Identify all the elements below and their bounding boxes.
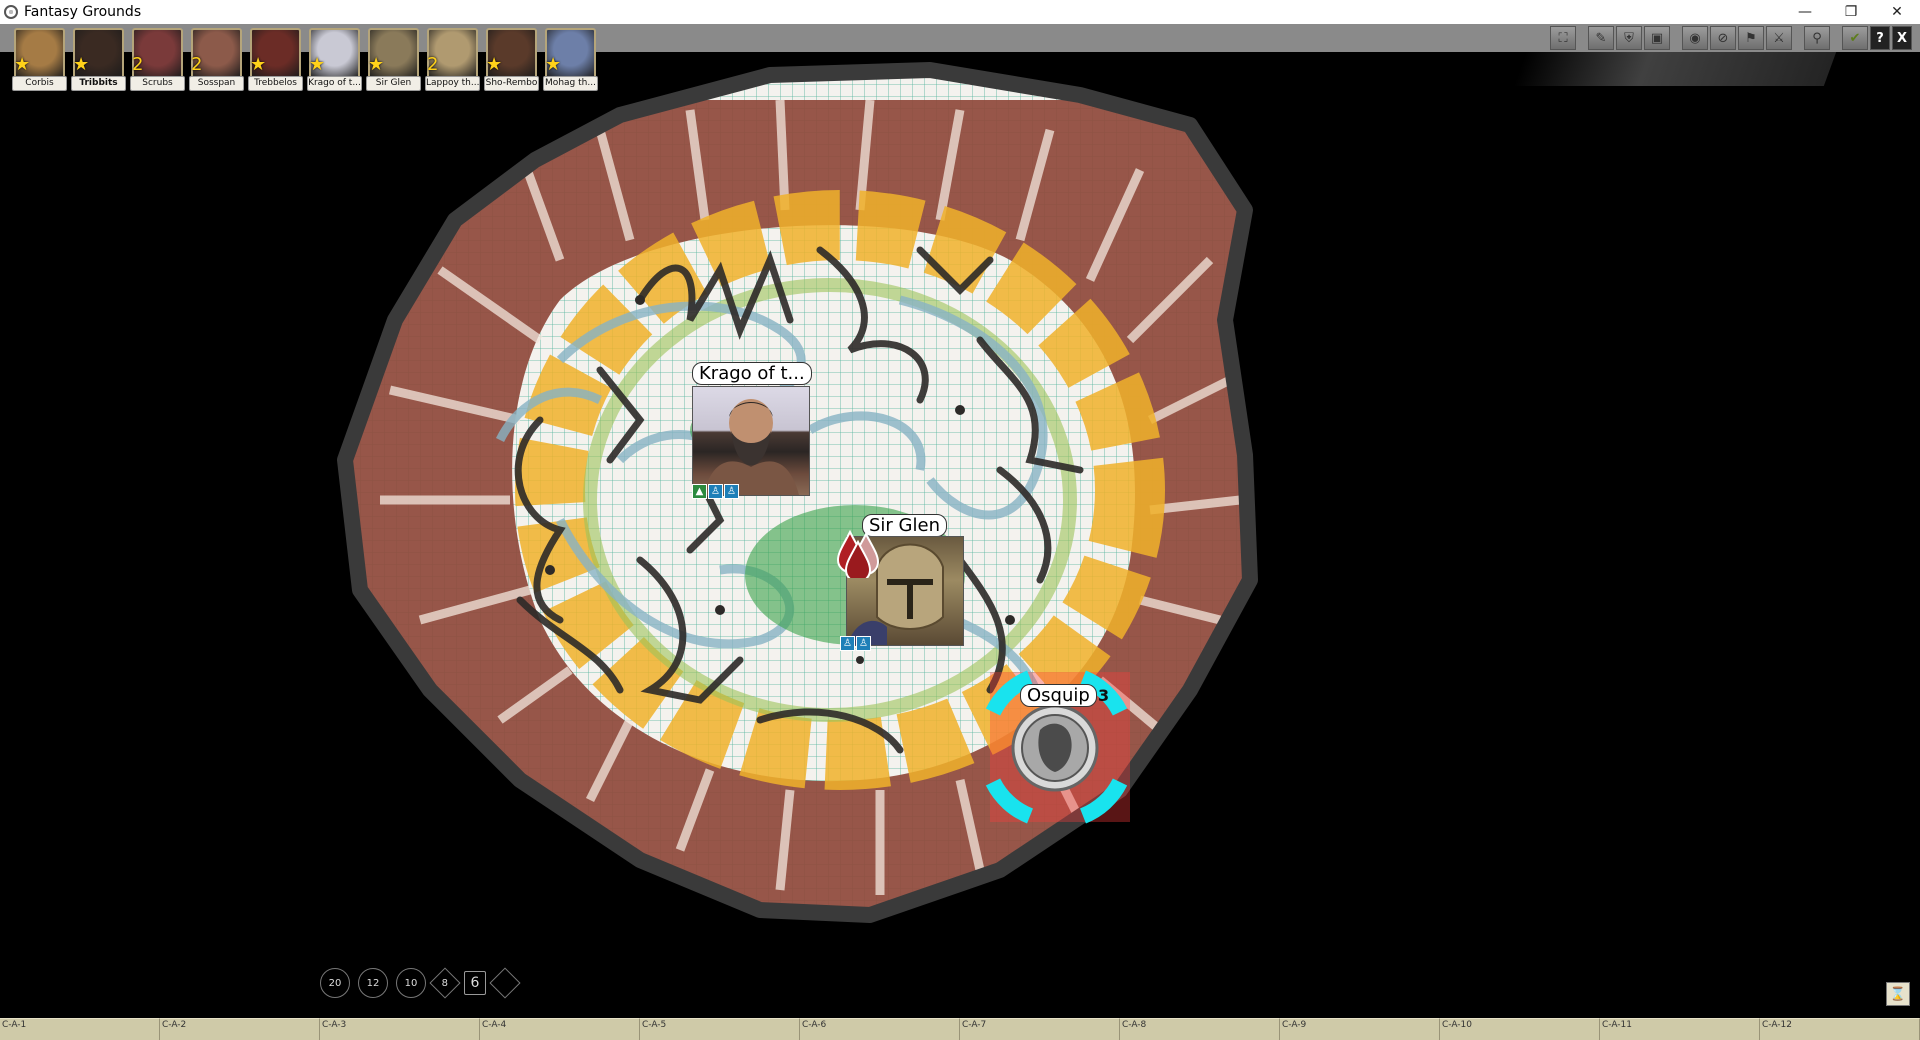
portrait-name: Corbis [12, 76, 67, 91]
party-portrait[interactable]: ★ Tribbits [71, 28, 126, 91]
effect-icon[interactable]: ♙ [724, 484, 739, 499]
token-krago[interactable]: Krago of t... ▲ ♙ ♙ [692, 362, 812, 502]
hourglass-icon[interactable]: ⌛ [1886, 982, 1910, 1006]
d20-die-icon[interactable]: 20 [320, 968, 350, 998]
dwarf-figure-icon [703, 399, 799, 495]
portrait-name: Sir Glen [366, 76, 421, 91]
pen-icon[interactable]: ✎ [1588, 26, 1614, 50]
hotkey-slot[interactable]: C-A-2 [160, 1018, 320, 1040]
token-effects: ♙ ♙ [840, 636, 871, 651]
die-label: 12 [366, 977, 380, 989]
d4-die-icon[interactable] [489, 967, 521, 999]
no-eye-icon[interactable]: ⊘ [1710, 26, 1736, 50]
crossed-swords-icon[interactable]: ⚔ [1766, 26, 1792, 50]
hotkey-slot[interactable]: C-A-5 [640, 1018, 800, 1040]
status-star-icon: 2 [191, 54, 203, 75]
close-icon[interactable]: X [1892, 26, 1912, 50]
portrait-name: Scrubs [130, 76, 185, 91]
blood-drops-icon [836, 529, 880, 578]
hotkey-slot[interactable]: C-A-6 [800, 1018, 960, 1040]
target-select-icon[interactable]: ▣ [1644, 26, 1670, 50]
party-portrait[interactable]: ★ Corbis [12, 28, 67, 91]
status-star-icon: ★ [368, 54, 385, 75]
token-label: Krago of t... [692, 362, 812, 385]
portrait-name: Mohag th... [543, 76, 598, 91]
token-osquip[interactable]: Osquip 3 [1020, 684, 1140, 714]
fullscreen-icon[interactable]: ⛶ [1550, 26, 1576, 50]
token-effects: ▲ ♙ ♙ [692, 484, 739, 499]
status-star-icon: ★ [73, 54, 90, 75]
d6-die-icon[interactable]: 6 [464, 971, 486, 995]
token-label: Osquip [1020, 684, 1097, 707]
token-sir-glen[interactable]: Sir Glen ♙ ♙ [836, 514, 980, 654]
party-portrait[interactable]: 2 Sosspan [189, 28, 244, 91]
portrait-name: Sho-Rembo [484, 76, 539, 91]
party-portrait[interactable]: ★ Krago of t... [307, 28, 362, 91]
party-portrait[interactable]: ★ Trebbelos [248, 28, 303, 91]
portrait-name: Lappoy th... [425, 76, 480, 91]
check-icon[interactable]: ✔ [1842, 26, 1868, 50]
hotkey-slot[interactable]: C-A-10 [1440, 1018, 1600, 1040]
d10-die-icon[interactable]: 10 [396, 968, 426, 998]
eye-icon[interactable]: ◉ [1682, 26, 1708, 50]
portrait-name: Krago of t... [307, 76, 362, 91]
status-star-icon: 2 [427, 54, 439, 75]
die-label: 6 [470, 975, 480, 991]
hotkey-slot[interactable]: C-A-7 [960, 1018, 1120, 1040]
effect-icon[interactable]: ♙ [708, 484, 723, 499]
status-star-icon: 2 [132, 54, 144, 75]
hotkey-bar: C-A-1 C-A-2 C-A-3 C-A-4 C-A-5 C-A-6 C-A-7 C-A-8… [0, 1018, 1920, 1040]
party-portrait[interactable]: 2 Scrubs [130, 28, 185, 91]
panel-shadow [1513, 52, 1837, 86]
portrait-name: Trebbelos [248, 76, 303, 91]
status-star-icon: ★ [309, 54, 326, 75]
shield-icon[interactable]: ⛨ [1616, 26, 1642, 50]
d8-die-icon[interactable]: 8 [429, 967, 461, 999]
effect-icon[interactable]: ♙ [840, 636, 855, 651]
help-icon[interactable]: ? [1870, 26, 1890, 50]
hotkey-slot[interactable]: C-A-11 [1600, 1018, 1760, 1040]
portrait-name: Sosspan [189, 76, 244, 91]
status-star-icon: ★ [545, 54, 562, 75]
hotkey-slot[interactable]: C-A-9 [1280, 1018, 1440, 1040]
flag-icon[interactable]: ⚑ [1738, 26, 1764, 50]
party-portrait[interactable]: ★ Sir Glen [366, 28, 421, 91]
status-star-icon: ★ [250, 54, 267, 75]
map-toolbar: ⛶ ✎ ⛨ ▣ ◉ ⊘ ⚑ ⚔ ⚲ ✔ ? X [1550, 24, 1912, 52]
hotkey-slot[interactable]: C-A-4 [480, 1018, 640, 1040]
die-label: 8 [441, 977, 449, 989]
party-portraits: ★ Corbis ★ Tribbits 2 Scrubs 2 Sosspan ★ Trebbelo… [12, 28, 598, 91]
portrait-name: Tribbits [71, 76, 126, 91]
dice-tray: 20 12 10 8 6 [320, 967, 521, 999]
effect-icon[interactable]: ▲ [692, 484, 707, 499]
die-label: 20 [328, 977, 342, 989]
party-portrait[interactable]: 2 Lappoy th... [425, 28, 480, 91]
d12-die-icon[interactable]: 12 [358, 968, 388, 998]
die-label: 10 [404, 977, 418, 989]
hotkey-slot[interactable]: C-A-1 [0, 1018, 160, 1040]
hotkey-slot[interactable]: C-A-8 [1120, 1018, 1280, 1040]
token-count: 3 [1098, 686, 1110, 705]
hotkey-slot[interactable]: C-A-3 [320, 1018, 480, 1040]
party-portrait[interactable]: ★ Mohag th... [543, 28, 598, 91]
status-star-icon: ★ [14, 54, 31, 75]
pin-icon[interactable]: ⚲ [1804, 26, 1830, 50]
osquip-token-image[interactable] [1011, 704, 1099, 792]
hotkey-slot[interactable]: C-A-12 [1760, 1018, 1920, 1040]
effect-icon[interactable]: ♙ [856, 636, 871, 651]
status-star-icon: ★ [486, 54, 503, 75]
party-portrait[interactable]: ★ Sho-Rembo [484, 28, 539, 91]
token-portrait [692, 386, 810, 496]
